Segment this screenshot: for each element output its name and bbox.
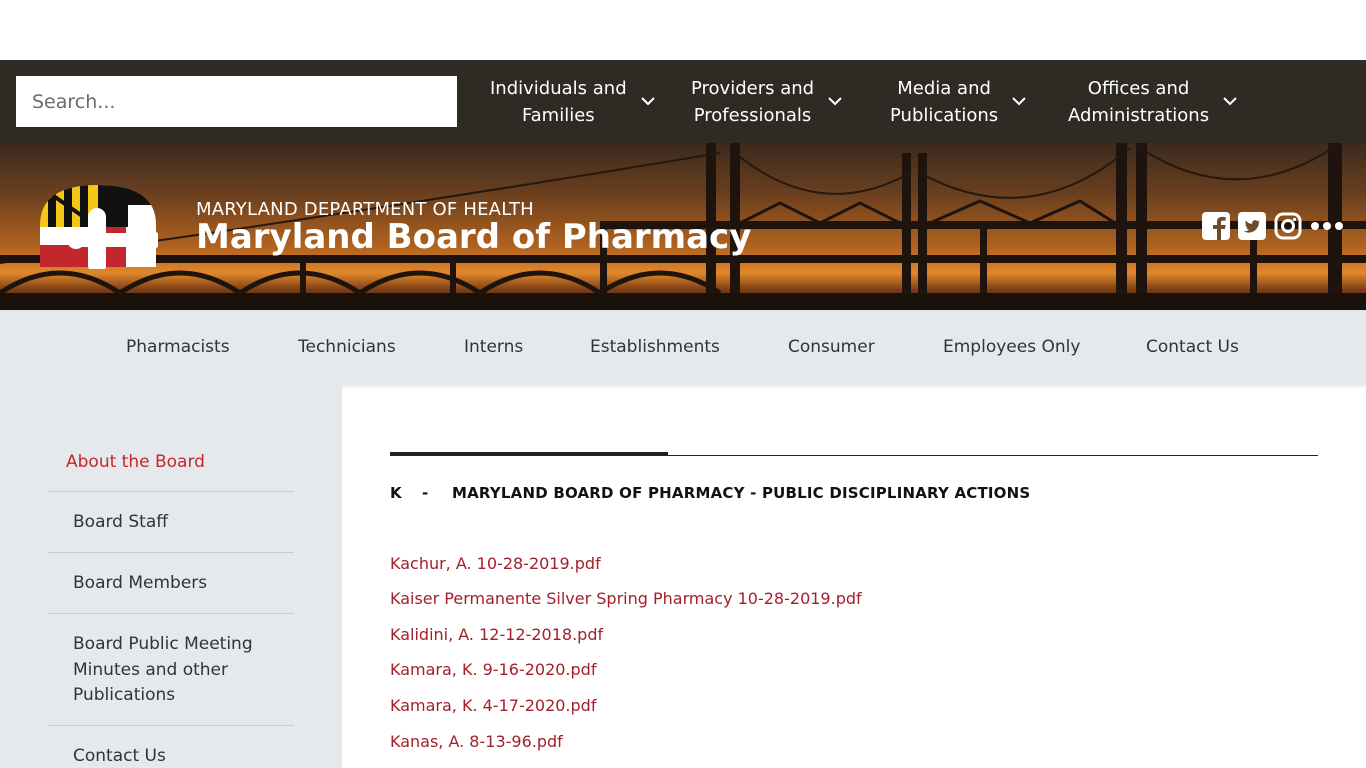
divider (48, 613, 294, 614)
more-icon[interactable] (1309, 211, 1345, 241)
section-letter: K (390, 484, 402, 502)
nav-technicians[interactable]: Technicians (298, 310, 396, 384)
chevron-down-icon (640, 95, 655, 109)
maryland-logo-icon (40, 185, 158, 269)
top-nav-providers-professionals[interactable]: Providers and Professionals (691, 60, 842, 143)
chevron-down-icon (1012, 95, 1026, 109)
document-link[interactable]: Kamara, K. 9-16-2020.pdf (390, 660, 596, 679)
top-nav-label-line2: Professionals (693, 104, 812, 126)
top-nav-label-line2: Administrations (1068, 104, 1210, 126)
utility-bar: Individuals and Families Providers and P… (0, 60, 1366, 143)
top-nav-media-publications[interactable]: Media and Publications (890, 60, 1026, 143)
main-nav: Pharmacists Technicians Interns Establis… (0, 310, 1366, 384)
sidebar-item-public-meeting-minutes[interactable]: Board Public Meeting Minutes and other P… (73, 632, 283, 709)
document-link[interactable]: Kanas, A. 8-13-96.pdf (390, 732, 563, 751)
hero-banner: MARYLAND DEPARTMENT OF HEALTH Maryland B… (0, 143, 1366, 310)
instagram-icon[interactable] (1273, 211, 1303, 241)
top-nav-individuals-families[interactable]: Individuals and Families (490, 60, 655, 143)
facebook-icon[interactable] (1201, 211, 1231, 241)
section-dash: - (422, 484, 429, 502)
section-heading-text: MARYLAND BOARD OF PHARMACY - PUBLIC DISC… (452, 484, 1031, 502)
top-nav-label: Individuals and Families (490, 75, 627, 129)
nav-contact-us[interactable]: Contact Us (1146, 310, 1239, 384)
top-nav-label-line1: Offices and (1087, 77, 1190, 99)
chevron-down-icon (1223, 95, 1237, 109)
document-link[interactable]: Kamara, K. 4-17-2020.pdf (390, 696, 596, 715)
divider (48, 725, 294, 726)
chevron-down-icon (828, 95, 842, 109)
divider (48, 491, 294, 492)
document-link[interactable]: Kaiser Permanente Silver Spring Pharmacy… (390, 589, 862, 608)
top-nav-offices-administrations[interactable]: Offices and Administrations (1068, 60, 1237, 143)
sidebar-item-contact-us[interactable]: Contact Us (73, 744, 283, 768)
sidebar-item-board-members[interactable]: Board Members (73, 571, 283, 597)
top-strip (0, 0, 1366, 60)
document-link[interactable]: Kachur, A. 10-28-2019.pdf (390, 554, 601, 573)
top-nav-label-line1: Media and (897, 77, 991, 99)
top-nav-label: Offices and Administrations (1068, 75, 1209, 129)
twitter-icon[interactable] (1237, 211, 1267, 241)
top-nav-label: Media and Publications (890, 75, 998, 129)
section-heading: K - MARYLAND BOARD OF PHARMACY - PUBLIC DI… (390, 484, 1030, 502)
nav-consumer[interactable]: Consumer (788, 310, 875, 384)
top-nav-label-line1: Individuals and (490, 77, 627, 99)
sidebar-item-board-staff[interactable]: Board Staff (73, 510, 283, 536)
top-nav-label-line2: Families (521, 104, 595, 126)
nav-employees-only[interactable]: Employees Only (943, 310, 1080, 384)
top-nav-label-line1: Providers and (691, 77, 815, 99)
top-nav-label: Providers and Professionals (691, 75, 814, 129)
divider (48, 552, 294, 553)
nav-establishments[interactable]: Establishments (590, 310, 720, 384)
search-input[interactable] (16, 76, 457, 127)
section-rule-thick (390, 452, 668, 456)
sidebar-item-about-the-board[interactable]: About the Board (66, 452, 205, 472)
section-rule-thin (668, 455, 1318, 456)
top-nav-label-line2: Publications (890, 104, 999, 126)
nav-pharmacists[interactable]: Pharmacists (126, 310, 230, 384)
nav-interns[interactable]: Interns (464, 310, 523, 384)
document-link[interactable]: Kalidini, A. 12-12-2018.pdf (390, 625, 603, 644)
sidebar: About the Board Board Staff Board Member… (0, 384, 342, 768)
site-title[interactable]: Maryland Board of Pharmacy (196, 217, 751, 257)
